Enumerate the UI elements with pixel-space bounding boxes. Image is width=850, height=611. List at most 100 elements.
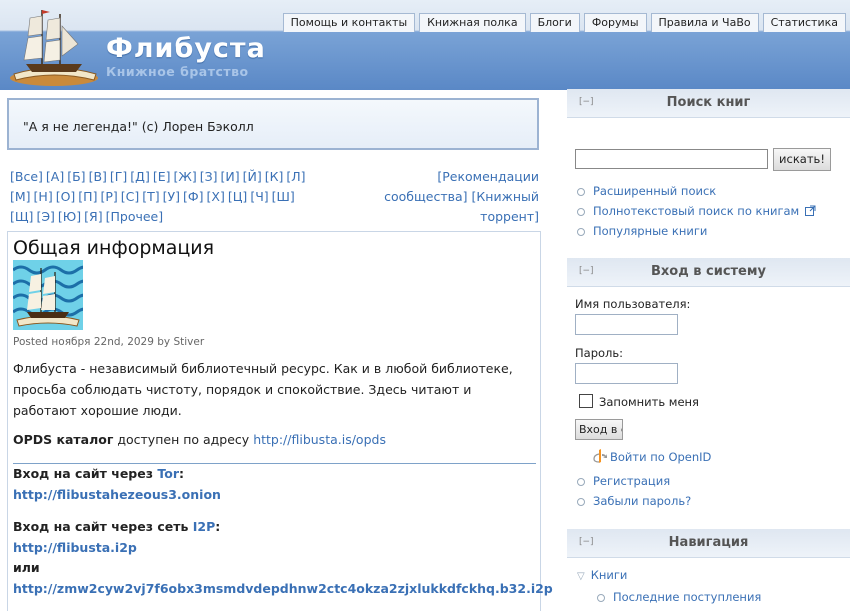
alpha-link[interactable]: [Х] bbox=[207, 189, 225, 204]
tab-statistics[interactable]: Статистика bbox=[762, 13, 846, 32]
alpha-link[interactable]: [Е] bbox=[153, 169, 171, 184]
torrent-link[interactable]: [Книжный торрент] bbox=[472, 189, 539, 224]
alpha-link[interactable]: [Д] bbox=[130, 169, 150, 184]
tor-onion-link[interactable]: http://flibustahezeous3.onion bbox=[13, 487, 221, 502]
openid-icon bbox=[593, 449, 607, 463]
username-label: Имя пользователя: bbox=[575, 297, 691, 311]
bullet-icon bbox=[597, 593, 605, 602]
i2p-b32-link[interactable]: http://zmw2cyw2vj7f6obx3msmdvdepdhnw2ctc… bbox=[13, 581, 553, 596]
site-slogan: Книжное братство bbox=[106, 64, 249, 79]
site-name[interactable]: Флибуста bbox=[106, 33, 266, 64]
alpha-link[interactable]: [Н] bbox=[34, 189, 53, 204]
alpha-link[interactable]: [У] bbox=[163, 189, 180, 204]
advanced-search-link[interactable]: Расширенный поиск bbox=[593, 184, 716, 198]
list-item[interactable]: Популярные книги bbox=[577, 221, 816, 241]
alpha-link[interactable]: [Й] bbox=[243, 169, 262, 184]
bullet-icon bbox=[577, 477, 585, 486]
opds-text: доступен по адресу bbox=[113, 432, 254, 447]
alpha-link[interactable]: [Э] bbox=[36, 209, 54, 224]
i2p-line: Вход на сайт через сеть I2P: bbox=[13, 519, 220, 534]
alpha-link[interactable]: [М] bbox=[10, 189, 31, 204]
alpha-link[interactable]: [Ф] bbox=[183, 189, 204, 204]
alpha-link[interactable]: [В] bbox=[89, 169, 107, 184]
nav-item-recent[interactable]: Последние поступления bbox=[577, 587, 761, 607]
alpha-link[interactable]: [Ш] bbox=[272, 189, 295, 204]
tab-blogs[interactable]: Блоги bbox=[529, 13, 580, 32]
recent-books-link[interactable]: Последние поступления bbox=[613, 590, 761, 604]
i2p-word-link[interactable]: I2P bbox=[193, 519, 216, 534]
list-item[interactable]: Забыли пароль? bbox=[577, 491, 691, 511]
tab-forums[interactable]: Форумы bbox=[583, 13, 647, 32]
alpha-link[interactable]: [Все] bbox=[10, 169, 43, 184]
password-label: Пароль: bbox=[575, 346, 624, 360]
quote-box: "А я не легенда!" (с) Лорен Бэколл bbox=[7, 98, 539, 150]
tor-colon: : bbox=[178, 466, 184, 481]
list-item[interactable]: Расширенный поиск bbox=[577, 181, 816, 201]
alpha-link[interactable]: [З] bbox=[200, 169, 218, 184]
nav-list: ▽ Книги Последние поступления bbox=[577, 565, 761, 607]
tor-word-link[interactable]: Tor bbox=[157, 466, 179, 481]
bullet-icon bbox=[577, 497, 585, 506]
alpha-link[interactable]: [Р] bbox=[100, 189, 117, 204]
alpha-link[interactable]: [Т] bbox=[142, 189, 159, 204]
quote-text: "А я не легенда!" (с) Лорен Бэколл bbox=[23, 119, 254, 134]
list-item[interactable]: Полнотекстовый поиск по книгам bbox=[577, 201, 816, 221]
alpha-link[interactable]: [С] bbox=[121, 189, 139, 204]
tab-help-contacts[interactable]: Помощь и контакты bbox=[282, 13, 416, 32]
alpha-link[interactable]: [Ч] bbox=[250, 189, 268, 204]
login-button[interactable]: Вход в систему bbox=[575, 419, 623, 440]
forgot-password-link[interactable]: Забыли пароль? bbox=[593, 494, 691, 508]
article: Общая информация Posted ноября 22nd, 202… bbox=[7, 231, 553, 611]
bullet-icon bbox=[577, 187, 585, 196]
password-field[interactable] bbox=[575, 363, 678, 384]
popular-books-link[interactable]: Популярные книги bbox=[593, 224, 707, 238]
remember-me-checkbox[interactable] bbox=[579, 394, 593, 408]
search-links: Расширенный поиск Полнотекстовый поиск п… bbox=[577, 181, 816, 241]
alpha-link[interactable]: [И] bbox=[220, 169, 239, 184]
opds-line: OPDS каталог доступен по адресу http://f… bbox=[13, 432, 386, 447]
alpha-link[interactable]: [Ц] bbox=[228, 189, 247, 204]
chevron-down-icon: ▽ bbox=[577, 571, 585, 582]
nav-item-books[interactable]: ▽ Книги bbox=[577, 565, 761, 587]
alphabet-nav: [Все] [А] [Б] [В] [Г] [Д] [Е] [Ж] [З] [И] [Й] [К] [Л… bbox=[10, 167, 320, 227]
remember-me-label: Запомнить меня bbox=[599, 395, 699, 409]
search-button[interactable]: искать! bbox=[773, 148, 831, 171]
search-input[interactable] bbox=[575, 149, 768, 169]
login-links: Регистрация Забыли пароль? bbox=[577, 471, 691, 511]
alpha-link[interactable]: [Л] bbox=[286, 169, 305, 184]
list-item[interactable]: Регистрация bbox=[577, 471, 691, 491]
username-field[interactable] bbox=[575, 314, 678, 335]
alpha-link[interactable]: [Ж] bbox=[173, 169, 196, 184]
login-block-title: Вход в систему bbox=[651, 264, 766, 279]
opds-label: OPDS каталог bbox=[13, 432, 114, 447]
login-block-header: [−] Вход в систему bbox=[567, 258, 850, 287]
alpha-link[interactable]: [Щ] bbox=[10, 209, 33, 224]
nav-block-header: [−] Навигация bbox=[567, 529, 850, 558]
alpha-link[interactable]: [О] bbox=[56, 189, 76, 204]
top-tabs: Помощь и контакты Книжная полка Блоги Фо… bbox=[282, 13, 846, 32]
community-links: [Рекомендации сообщества] [Книжный торре… bbox=[370, 167, 539, 227]
i2p-link[interactable]: http://flibusta.i2p bbox=[13, 540, 137, 555]
ship-avatar-icon bbox=[13, 260, 83, 330]
register-link[interactable]: Регистрация bbox=[593, 474, 670, 488]
alpha-link[interactable]: [А] bbox=[46, 169, 64, 184]
external-link-icon bbox=[804, 205, 816, 216]
alpha-link[interactable]: [П] bbox=[78, 189, 97, 204]
alpha-link[interactable]: [Я] bbox=[84, 209, 102, 224]
alpha-link[interactable]: [Ю] bbox=[58, 209, 81, 224]
article-intro: Флибуста - независимый библиотечный ресу… bbox=[13, 361, 513, 418]
ship-logo-icon[interactable] bbox=[8, 4, 100, 88]
tab-bookshelf[interactable]: Книжная полка bbox=[419, 13, 526, 32]
opds-link[interactable]: http://flibusta.is/opds bbox=[253, 432, 386, 447]
alpha-link[interactable]: [Г] bbox=[110, 169, 127, 184]
openid-link[interactable]: Войти по OpenID bbox=[610, 450, 711, 464]
openid-login[interactable]: Войти по OpenID bbox=[593, 449, 711, 464]
fulltext-search-link[interactable]: Полнотекстовый поиск по книгам bbox=[593, 204, 799, 218]
nav-block-title: Навигация bbox=[668, 535, 749, 550]
alpha-link[interactable]: [К] bbox=[265, 169, 284, 184]
tab-rules-faq[interactable]: Правила и ЧаВо bbox=[650, 13, 759, 32]
alpha-link[interactable]: [Б] bbox=[67, 169, 85, 184]
alpha-link[interactable]: [Прочее] bbox=[106, 209, 164, 224]
books-link[interactable]: Книги bbox=[591, 568, 628, 582]
divider bbox=[13, 463, 536, 464]
